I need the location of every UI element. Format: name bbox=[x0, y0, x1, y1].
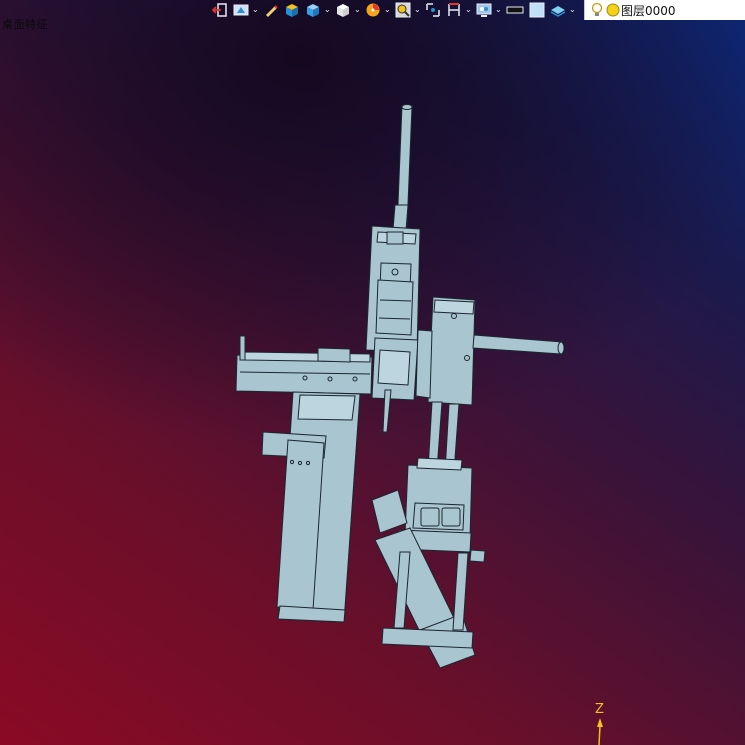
vertical-column[interactable] bbox=[261, 391, 361, 623]
3d-viewport[interactable]: 桌面特征 ⌄ ⌄ ⌄ ⌄ ⌄ ⌄ ⌄ ⌄ 图层0000 Z bbox=[0, 0, 745, 745]
horizontal-beam[interactable] bbox=[235, 335, 373, 395]
right-side-block[interactable] bbox=[415, 296, 565, 406]
axis-triad: Z bbox=[588, 700, 612, 745]
upper-carriage[interactable] bbox=[365, 225, 421, 433]
z-axis-arrow-icon: Z bbox=[595, 702, 604, 745]
cad-model-assembly[interactable] bbox=[0, 0, 745, 745]
top-vertical-rod[interactable] bbox=[392, 104, 413, 231]
axis-label: Z bbox=[595, 702, 604, 717]
